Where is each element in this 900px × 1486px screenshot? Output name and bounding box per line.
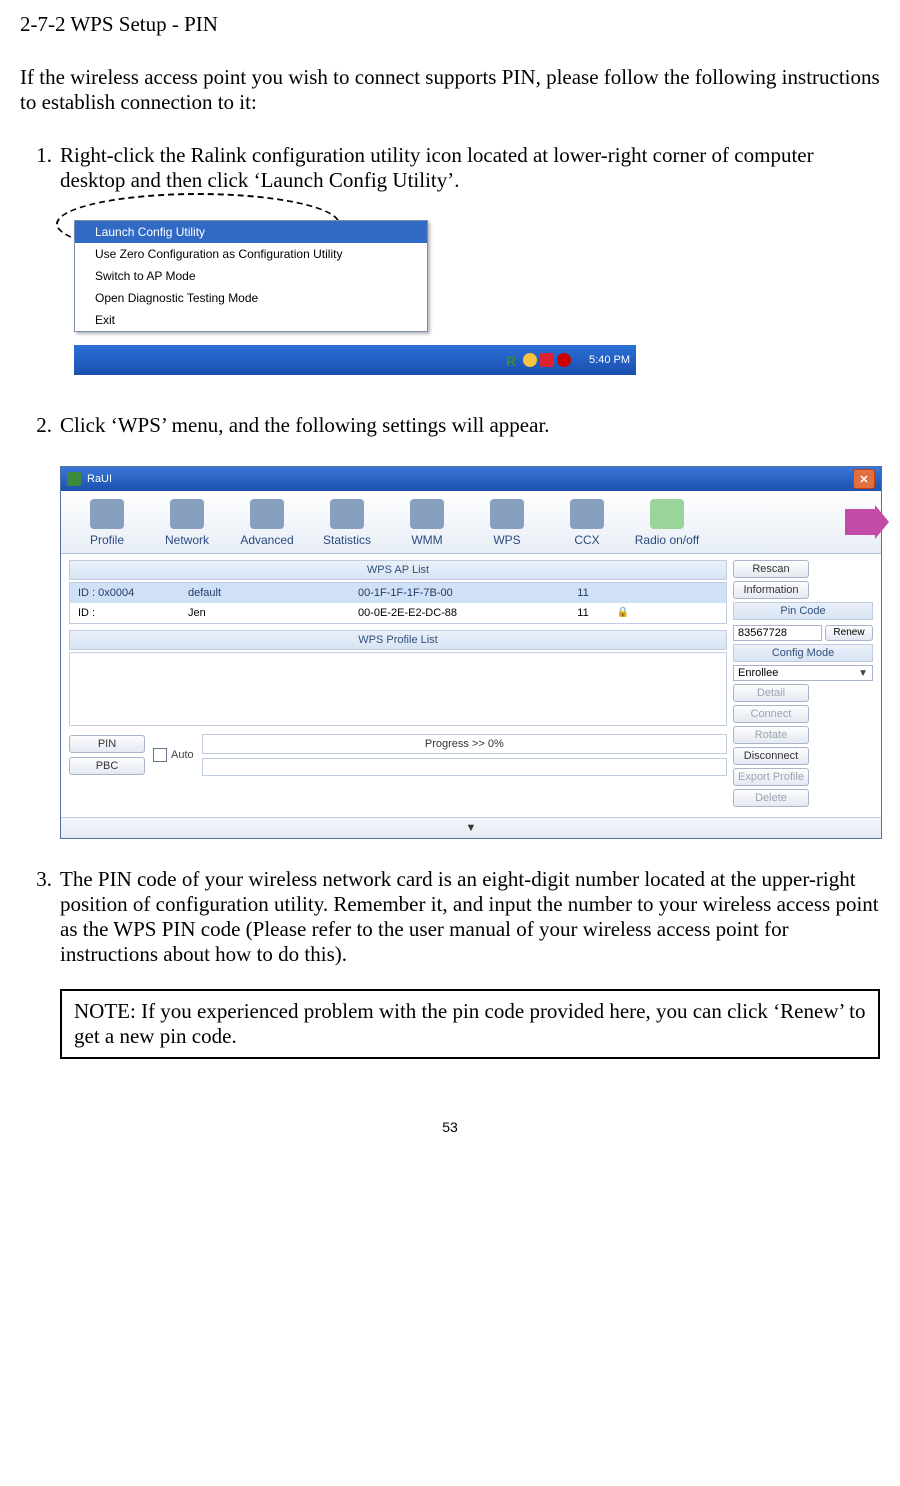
raui-screenshot: RaUI ✕ Profile Network Advanced Statisti…	[60, 466, 880, 839]
close-icon[interactable]: ✕	[853, 469, 875, 489]
disconnect-button[interactable]: Disconnect	[733, 747, 809, 765]
tab-statistics[interactable]: Statistics	[307, 495, 387, 553]
step-2-text: Click ‘WPS’ menu, and the following sett…	[60, 413, 880, 438]
rescan-button[interactable]: Rescan	[733, 560, 809, 578]
renew-button[interactable]: Renew	[825, 625, 873, 641]
step-3: 3. The PIN code of your wireless network…	[20, 867, 880, 967]
expander-chevron-icon[interactable]: ▼	[61, 817, 881, 838]
tray-icon[interactable]	[557, 353, 571, 367]
tab-profile[interactable]: Profile	[67, 495, 147, 553]
taskbar-clock: 5:40 PM	[589, 354, 630, 366]
step-3-text: The PIN code of your wireless network ca…	[60, 867, 880, 967]
auto-label: Auto	[171, 749, 194, 761]
ap-id: ID : 0x0004	[78, 587, 188, 599]
ap-id: ID :	[78, 607, 188, 619]
step-1: 1. Right-click the Ralink configuration …	[20, 143, 880, 193]
tab-label: Radio on/off	[627, 533, 707, 547]
ap-ssid: Jen	[188, 607, 358, 619]
intro-text: If the wireless access point you wish to…	[20, 65, 880, 115]
tab-ccx[interactable]: CCX	[547, 495, 627, 553]
pin-button[interactable]: PIN	[69, 735, 145, 753]
menu-item-launch[interactable]: Launch Config Utility	[75, 221, 427, 243]
ralink-tray-icon[interactable]: R	[506, 353, 520, 367]
lock-icon	[608, 587, 638, 599]
configmode-select[interactable]: Enrollee ▼	[733, 665, 873, 681]
ap-channel: 11	[558, 587, 608, 599]
expand-arrow-icon[interactable]	[845, 509, 875, 535]
delete-button: Delete	[733, 789, 809, 807]
tab-label: Advanced	[227, 533, 307, 547]
context-menu-screenshot: Launch Config Utility Use Zero Configura…	[60, 205, 880, 385]
window-title: RaUI	[87, 473, 112, 485]
taskbar: R 5:40 PM	[74, 345, 636, 375]
export-profile-button: Export Profile	[733, 768, 809, 786]
wps-ap-list-header: WPS AP List	[69, 560, 727, 580]
tray-icon[interactable]	[540, 353, 554, 367]
wps-ap-list: ID : 0x0004 default 00-1F-1F-1F-7B-00 11…	[69, 582, 727, 624]
wps-profile-list-header: WPS Profile List	[69, 630, 727, 650]
ap-mac: 00-0E-2E-E2-DC-88	[358, 607, 558, 619]
title-bar: RaUI ✕	[61, 467, 881, 491]
tab-network[interactable]: Network	[147, 495, 227, 553]
context-menu: Launch Config Utility Use Zero Configura…	[74, 220, 428, 332]
tab-label: Profile	[67, 533, 147, 547]
tray-icon[interactable]	[523, 353, 537, 367]
section-title: 2-7-2 WPS Setup - PIN	[20, 12, 880, 37]
step-1-text: Right-click the Ralink configuration uti…	[60, 143, 880, 193]
information-button[interactable]: Information	[733, 581, 809, 599]
menu-item-diagnostic[interactable]: Open Diagnostic Testing Mode	[75, 287, 427, 309]
menu-item-ap-mode[interactable]: Switch to AP Mode	[75, 265, 427, 287]
tab-label: Network	[147, 533, 227, 547]
tab-label: CCX	[547, 533, 627, 547]
progress-text: Progress >> 0%	[202, 734, 727, 754]
configmode-value: Enrollee	[738, 667, 778, 679]
menu-item-exit[interactable]: Exit	[75, 309, 427, 331]
note-box: NOTE: If you experienced problem with th…	[60, 989, 880, 1059]
menu-item-zero-config[interactable]: Use Zero Configuration as Configuration …	[75, 243, 427, 265]
tab-wmm[interactable]: WMM	[387, 495, 467, 553]
progress-bar	[202, 758, 727, 776]
system-tray: R	[506, 353, 571, 367]
configmode-label: Config Mode	[733, 644, 873, 662]
page-number: 53	[20, 1119, 880, 1135]
ap-row[interactable]: ID : 0x0004 default 00-1F-1F-1F-7B-00 11	[70, 583, 726, 603]
tab-wps[interactable]: WPS	[467, 495, 547, 553]
pbc-button[interactable]: PBC	[69, 757, 145, 775]
rotate-button: Rotate	[733, 726, 809, 744]
tab-label: Statistics	[307, 533, 387, 547]
ap-ssid: default	[188, 587, 358, 599]
step-1-number: 1.	[20, 143, 60, 193]
step-2-number: 2.	[20, 413, 60, 438]
ap-row[interactable]: ID : Jen 00-0E-2E-E2-DC-88 11 🔒	[70, 603, 726, 623]
auto-checkbox[interactable]: Auto	[153, 748, 194, 762]
tab-label: WMM	[387, 533, 467, 547]
connect-button: Connect	[733, 705, 809, 723]
ap-mac: 00-1F-1F-1F-7B-00	[358, 587, 558, 599]
app-icon	[67, 472, 81, 486]
chevron-down-icon: ▼	[858, 668, 868, 679]
pincode-label: Pin Code	[733, 602, 873, 620]
step-3-number: 3.	[20, 867, 60, 967]
lock-icon: 🔒	[608, 607, 638, 619]
ap-channel: 11	[558, 607, 608, 619]
step-2: 2. Click ‘WPS’ menu, and the following s…	[20, 413, 880, 438]
tab-label: WPS	[467, 533, 547, 547]
pincode-field[interactable]: 83567728	[733, 625, 822, 641]
toolbar-tabs: Profile Network Advanced Statistics WMM …	[61, 491, 881, 554]
tab-radio[interactable]: Radio on/off	[627, 495, 707, 553]
detail-button: Detail	[733, 684, 809, 702]
wps-profile-list	[69, 652, 727, 726]
tab-advanced[interactable]: Advanced	[227, 495, 307, 553]
